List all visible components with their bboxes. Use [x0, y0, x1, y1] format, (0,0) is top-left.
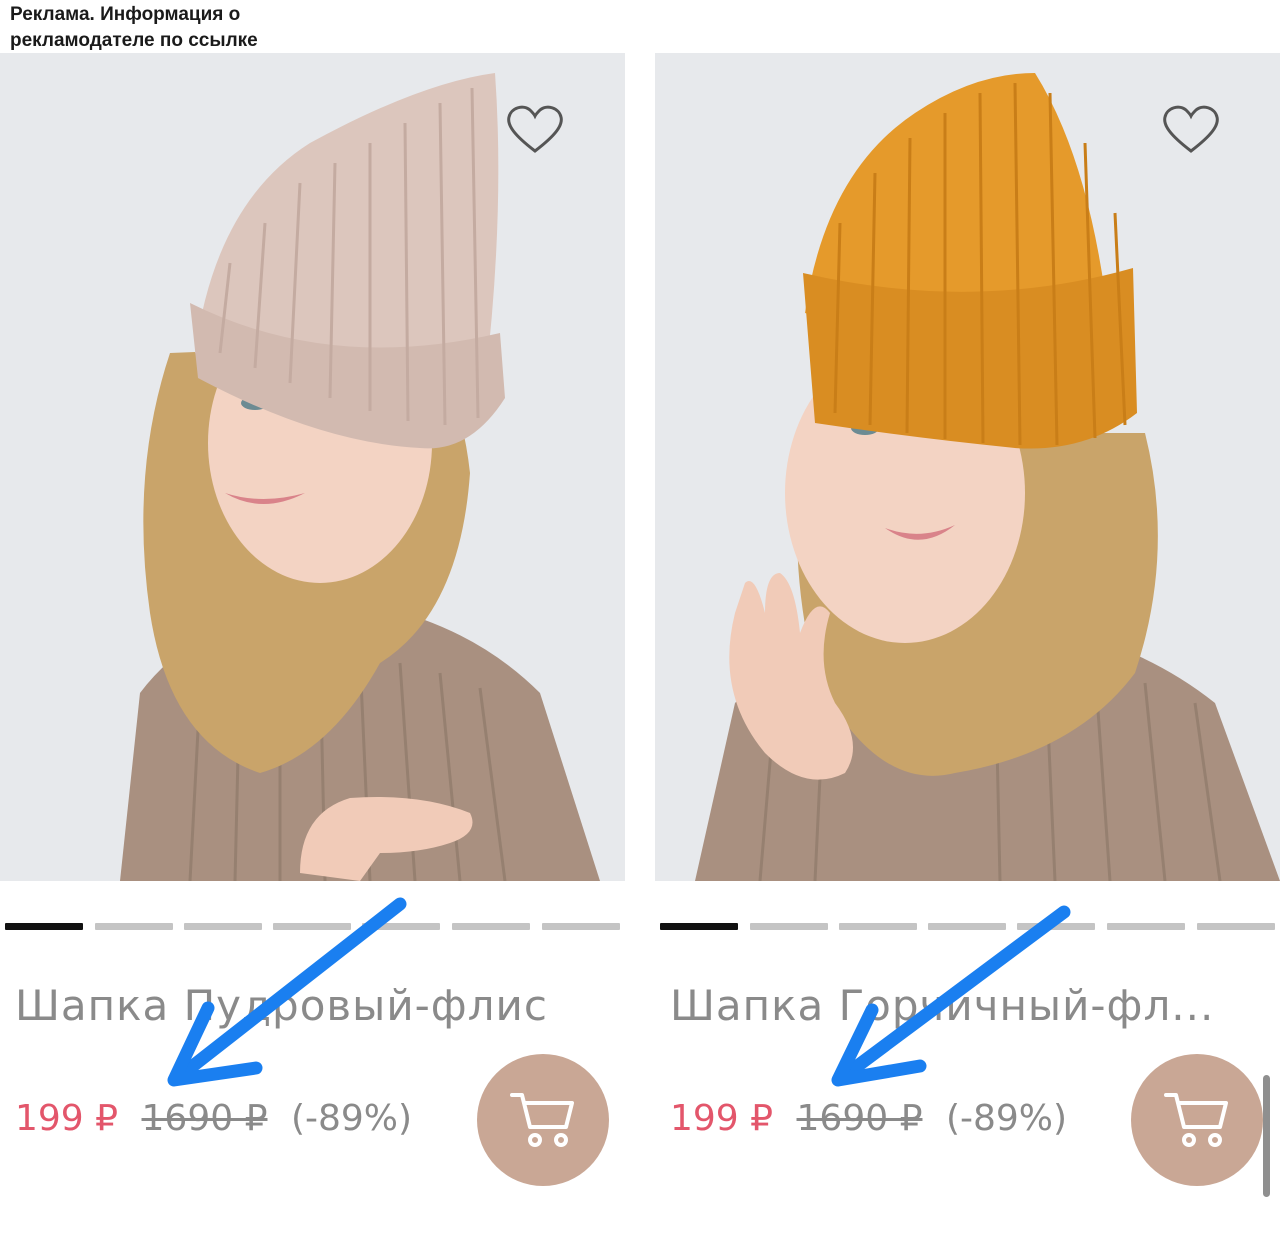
heart-outline-icon: [1163, 105, 1219, 153]
price-row: 199 ₽ 1690 ₽ (-89%): [15, 1098, 412, 1139]
discount-percent: (-89%): [945, 1098, 1068, 1139]
shopping-cart-icon: [1164, 1093, 1228, 1147]
current-price: 199 ₽: [15, 1098, 119, 1139]
pager-segment-active[interactable]: [660, 923, 738, 930]
product-title[interactable]: Шапка Горчичный-фл...: [670, 981, 1270, 1030]
add-to-cart-button[interactable]: [477, 1054, 609, 1186]
pager-segment[interactable]: [750, 923, 828, 930]
discount-percent: (-89%): [290, 1098, 413, 1139]
add-to-cart-button[interactable]: [1131, 1054, 1263, 1186]
pager-segment[interactable]: [1017, 923, 1095, 930]
product-photo[interactable]: [655, 53, 1280, 881]
pager-segment[interactable]: [542, 923, 620, 930]
pager-segment[interactable]: [95, 923, 173, 930]
heart-outline-icon: [507, 105, 563, 153]
pager-segment[interactable]: [928, 923, 1006, 930]
old-price: 1690 ₽: [796, 1098, 923, 1139]
product-photo[interactable]: [0, 53, 625, 881]
pager-segment-active[interactable]: [5, 923, 83, 930]
pager-segment[interactable]: [1197, 923, 1275, 930]
old-price: 1690 ₽: [141, 1098, 268, 1139]
ad-disclaimer-link[interactable]: Реклама. Информация о рекламодателе по с…: [10, 2, 258, 54]
pager-segment[interactable]: [273, 923, 351, 930]
shopping-cart-icon: [510, 1093, 574, 1147]
pager-segment[interactable]: [1107, 923, 1185, 930]
favorite-button[interactable]: [1159, 101, 1223, 157]
ad-disclaimer-line-1: Реклама. Информация о: [10, 4, 241, 25]
product-card[interactable]: Шапка Горчичный-фл... 199 ₽ 1690 ₽ (-89%…: [655, 53, 1280, 1236]
model-in-pink-beanie-image: [120, 73, 600, 881]
ad-disclaimer-line-2: рекламодателе по ссылке: [10, 30, 258, 51]
pager-segment[interactable]: [839, 923, 917, 930]
scrollbar[interactable]: [1263, 1075, 1270, 1197]
page: Реклама. Информация о рекламодателе по с…: [0, 0, 1280, 1236]
product-title[interactable]: Шапка Пудровый-флис: [15, 981, 615, 1030]
pager-segment[interactable]: [362, 923, 440, 930]
model-in-mustard-beanie-image: [695, 73, 1280, 881]
image-pager[interactable]: [5, 923, 620, 931]
favorite-button[interactable]: [503, 101, 567, 157]
pager-segment[interactable]: [452, 923, 530, 930]
price-row: 199 ₽ 1690 ₽ (-89%): [670, 1098, 1067, 1139]
product-card[interactable]: Шапка Пудровый-флис 199 ₽ 1690 ₽ (-89%): [0, 53, 625, 1236]
pager-segment[interactable]: [184, 923, 262, 930]
current-price: 199 ₽: [670, 1098, 774, 1139]
image-pager[interactable]: [660, 923, 1275, 931]
